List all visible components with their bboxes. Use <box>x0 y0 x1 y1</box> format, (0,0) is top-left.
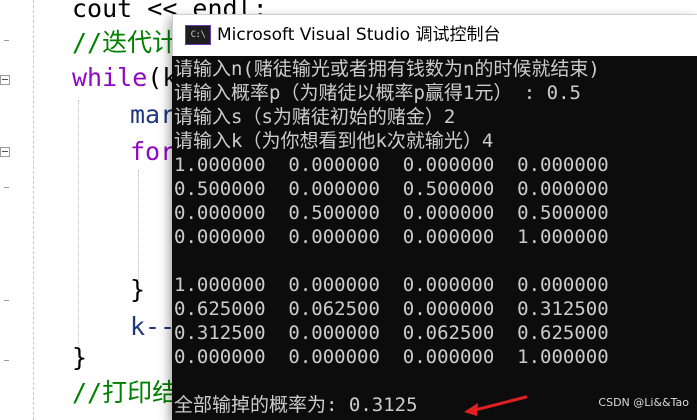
console-output-line: 0.000000 0.000000 0.000000 1.000000 <box>174 346 609 368</box>
fold-collapse-icon[interactable] <box>0 75 10 85</box>
code-token: while <box>72 63 148 92</box>
code-line: } <box>130 275 145 305</box>
fold-tick <box>4 300 9 301</box>
indent-guide <box>78 100 80 350</box>
code-line: //打印结 <box>72 378 177 408</box>
console-output-line: 全部输掉的概率为: 0.3125 <box>174 394 418 416</box>
code-token: } <box>130 275 146 304</box>
code-line: k-- <box>130 312 175 342</box>
console-output-line: 请输入概率p（为赌徒以概率p赢得1元） : 0.5 <box>174 82 581 104</box>
debug-console-window[interactable]: C:\ Microsoft Visual Studio 调试控制台 请输入n(赌… <box>172 14 697 420</box>
code-token: //迭代计 <box>72 28 178 57</box>
code-token: for <box>130 137 176 166</box>
fold-collapse-icon[interactable] <box>0 147 10 157</box>
console-output-line: 请输入s（s为赌徒初始的赌金）2 <box>174 106 456 128</box>
code-token: } <box>72 343 88 372</box>
code-token: //打印结 <box>72 378 178 407</box>
fold-tick <box>4 360 9 361</box>
fold-tick <box>4 187 9 188</box>
watermark: CSDN @Li&&Tao <box>598 396 689 409</box>
code-line: while(k <box>72 63 177 93</box>
console-output[interactable]: 请输入n(赌徒输光或者拥有钱数为n的时候就结束) 请输入概率p（为赌徒以概率p赢得… <box>174 56 697 420</box>
gutter-dashed-line <box>33 0 35 420</box>
code-token: cout <box>72 0 148 23</box>
code-line: //迭代计 <box>72 28 177 58</box>
red-arrow-icon <box>464 395 528 416</box>
console-output-line: 0.312500 0.000000 0.062500 0.625000 <box>174 322 609 344</box>
console-output-line: 请输入k（为你想看到他k次就输光）4 <box>174 130 494 152</box>
console-title: Microsoft Visual Studio 调试控制台 <box>217 25 501 45</box>
indent-guide <box>138 170 140 280</box>
code-line: mar <box>130 100 175 130</box>
console-titlebar[interactable]: C:\ Microsoft Visual Studio 调试控制台 <box>172 14 697 56</box>
console-output-line: 1.000000 0.000000 0.000000 0.000000 <box>174 274 609 296</box>
code-line: for <box>130 137 175 167</box>
console-output-line: 0.000000 0.000000 0.000000 1.000000 <box>174 226 609 248</box>
console-output-line: 0.500000 0.000000 0.500000 0.000000 <box>174 178 609 200</box>
console-output-line: 请输入n(赌徒输光或者拥有钱数为n的时候就结束) <box>174 58 600 80</box>
console-output-line: 0.000000 0.500000 0.000000 0.500000 <box>174 202 609 224</box>
console-app-icon: C:\ <box>185 25 211 45</box>
code-token: mar <box>130 100 176 129</box>
fold-tick <box>4 40 9 41</box>
console-output-line: 0.625000 0.062500 0.000000 0.312500 <box>174 298 609 320</box>
console-output-line: 1.000000 0.000000 0.000000 0.000000 <box>174 154 609 176</box>
code-token: k-- <box>130 312 176 341</box>
code-line: } <box>72 343 87 373</box>
